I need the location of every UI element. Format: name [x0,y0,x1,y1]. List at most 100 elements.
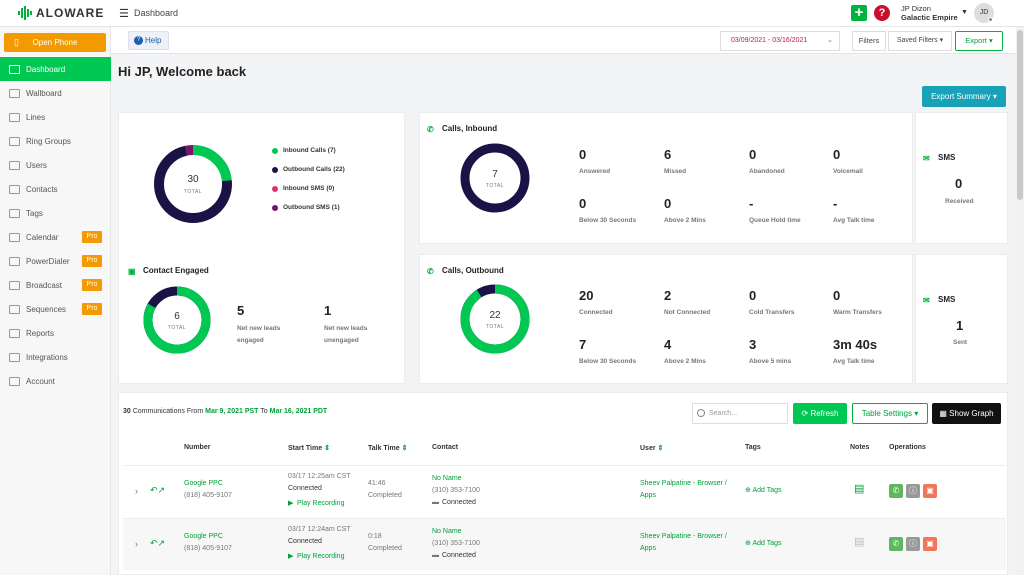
question-icon[interactable]: ? [874,5,890,21]
outbound-stat-value: 4 [664,337,672,352]
sidebar-item-label: Account [26,376,55,386]
outbound-stat-value: 3m 40s [833,337,878,352]
reports-icon [9,328,20,338]
filters-button[interactable]: Filters [852,31,886,51]
chevron-right-icon[interactable]: › [135,485,138,498]
sms-sent-title-text: SMS [938,295,956,304]
ring-groups-icon [9,136,20,146]
open-phone-button[interactable]: ▯ Open Phone [4,33,106,52]
refresh-button[interactable]: ⟳ Refresh [793,403,847,424]
export-label: Export [965,36,987,45]
col-user[interactable]: User ⇕ [640,444,663,452]
col-talk-time[interactable]: Talk Time ⇕ [368,444,407,452]
col-start-time[interactable]: Start Time ⇕ [288,444,330,452]
notes-icon[interactable]: ▤ [854,483,864,496]
comm-to-word: To [260,408,268,415]
archive-icon[interactable]: ▣ [923,537,937,551]
inbound-stat-value: 0 [749,147,757,162]
date-range-picker[interactable]: 03/09/2021 - 03/16/2021 ⌄ [720,31,840,51]
call-icon[interactable]: ✆ [889,537,903,551]
sidebar-item-tags[interactable]: Tags [0,201,111,225]
col-user-label: User [640,445,656,452]
user-name[interactable]: Sheev Palpatine - Browser / [640,478,727,491]
help-button[interactable]: ? Help [128,31,169,50]
play-recording-link[interactable]: Play Recording [297,498,344,511]
archive-icon[interactable]: ▣ [923,484,937,498]
sidebar-item-calendar[interactable]: Calendar Pro [0,225,111,249]
contact-engaged-label: Net new leads [237,325,281,332]
add-tags-button[interactable]: ⊕ Add Tags [745,485,782,498]
sidebar-item-integrations[interactable]: Integrations [0,345,111,369]
sms-icon: ✉ [923,295,930,305]
contact-phone: (310) 353-7100 [432,487,480,494]
inbound-stat-value: 0 [579,196,587,211]
hamburger-menu-icon[interactable]: ☰ [119,7,129,20]
sidebar-item-sequences[interactable]: Sequences Pro [0,297,111,321]
sidebar-item-account[interactable]: Account [0,369,111,393]
sidebar-item-users[interactable]: Users [0,153,111,177]
user-name-cont[interactable]: Apps [640,490,656,503]
call-source[interactable]: Google PPC [184,478,223,491]
contact-name[interactable]: No Name [432,473,462,486]
search-icon [697,409,705,417]
sms-sent-title: ✉ SMS [923,295,956,305]
sidebar-item-label: Lines [26,112,46,122]
sidebar-item-powerdialer[interactable]: PowerDialer Pro [0,249,111,273]
sort-icon: ⇕ [657,445,664,452]
table-row[interactable] [123,465,1006,517]
sms-received-label: Received [945,198,974,205]
user-name[interactable]: Sheev Palpatine - Browser / [640,531,727,544]
table-settings-dropdown[interactable]: Table Settings ▾ [852,403,928,424]
chevron-right-icon[interactable]: › [135,538,138,551]
summary-donut: 30 TOTAL [154,145,232,223]
add-tags-button[interactable]: ⊕ Add Tags [745,538,782,551]
add-tags-label: Add Tags [752,540,782,547]
inbound-stat-label: Voicemail [833,168,863,175]
outbound-stat-value: 7 [579,337,587,352]
contact-name[interactable]: No Name [432,526,462,539]
sidebar: ▯ Open Phone Dashboard Wallboard Lines Ring… [0,27,111,575]
table-row[interactable] [123,518,1006,570]
export-summary-button[interactable]: Export Summary ▾ [922,86,1006,107]
notes-icon[interactable]: ▤ [854,536,864,549]
sort-icon: ⇕ [401,445,408,452]
plus-icon[interactable]: + [851,5,867,21]
sidebar-item-wallboard[interactable]: Wallboard [0,81,111,105]
sidebar-item-reports[interactable]: Reports [0,321,111,345]
user-name: JP Dizon [901,4,931,13]
help-label: Help [145,36,162,45]
inbound-stat-value: 0 [579,147,587,162]
contact-engaged-label: Net new leads [324,325,368,332]
show-graph-button[interactable]: ▦ Show Graph [932,403,1001,424]
user-menu[interactable]: JP Dizon Galactic Empire [901,4,958,22]
search-input[interactable]: Search... [692,403,788,424]
call-source[interactable]: Google PPC [184,531,223,544]
calls-outbound-title: ✆ Calls, Outbound [427,266,504,276]
calls-outbound-total-label: TOTAL [486,324,504,330]
inbound-stat-value: - [749,196,754,211]
export-summary-label: Export Summary [931,92,991,101]
calendar-icon [9,232,20,242]
info-icon[interactable]: ⓘ [906,484,920,498]
outbound-stat-label: Below 30 Seconds [579,358,637,365]
saved-filters-dropdown[interactable]: Saved Filters ▾ [888,31,952,51]
col-operations: Operations [889,444,926,451]
chevron-down-icon[interactable]: ▼ [961,9,968,16]
play-recording-link[interactable]: Play Recording [297,551,344,564]
scrollbar-thumb[interactable] [1017,30,1023,200]
sidebar-item-lines[interactable]: Lines [0,105,111,129]
info-icon[interactable]: ⓘ [906,537,920,551]
aloware-logo[interactable]: ALOWARE [18,6,104,20]
comm-from: Mar 9, 2021 PST [205,408,259,415]
sidebar-item-dashboard[interactable]: Dashboard [0,57,111,81]
sidebar-item-contacts[interactable]: Contacts [0,177,111,201]
sidebar-item-broadcast[interactable]: Broadcast Pro [0,273,111,297]
export-dropdown[interactable]: Export ▾ [955,31,1003,51]
sort-icon: ⇕ [324,445,330,452]
sidebar-item-label: Calendar [26,232,59,242]
sidebar-item-ring-groups[interactable]: Ring Groups [0,129,111,153]
user-name-cont[interactable]: Apps [640,543,656,556]
sms-sent-value: 1 [956,318,964,333]
outbound-stat-label: Cold Transfers [749,309,795,316]
call-icon[interactable]: ✆ [889,484,903,498]
